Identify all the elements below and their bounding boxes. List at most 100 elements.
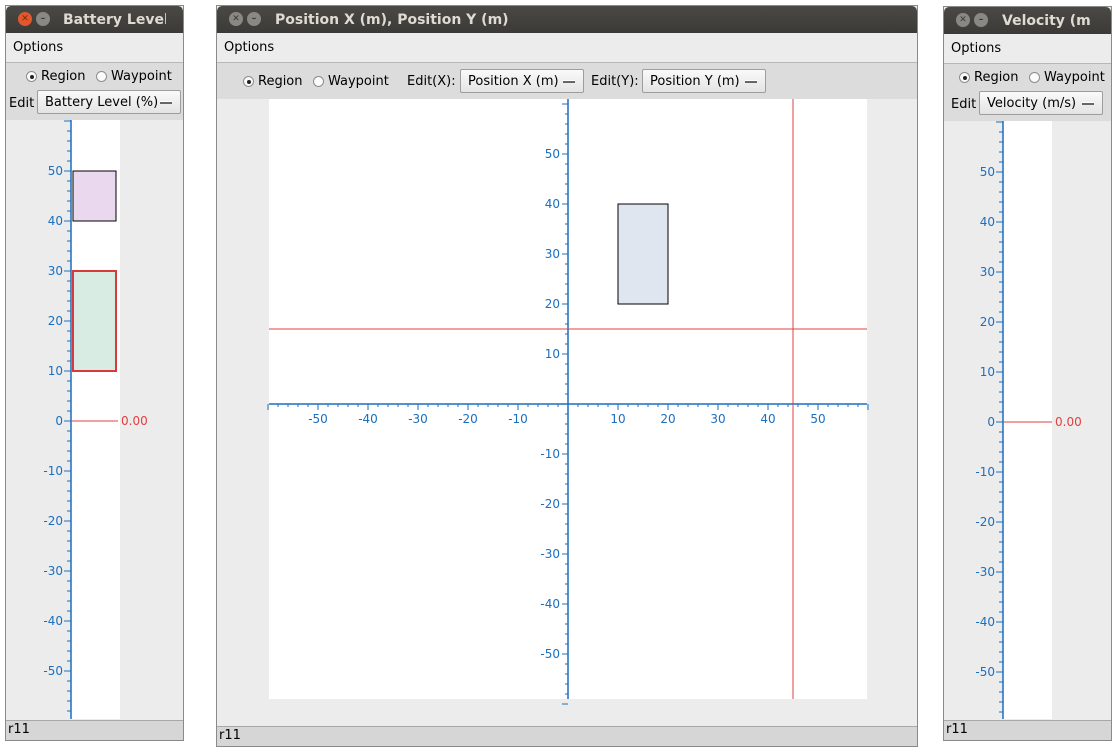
radio-unselected-icon [313, 76, 324, 87]
status-bar: r11 [944, 720, 1111, 740]
close-icon[interactable]: ✕ [18, 12, 32, 26]
y-tick-label: 50 [545, 147, 560, 161]
edit-y-select-value: Position Y (m) [650, 74, 740, 89]
menubar: Options [944, 35, 1111, 64]
y-tick-label: -30 [540, 547, 560, 561]
y-tick-label: -50 [43, 664, 63, 678]
window-title: Position X (m), Position Y (m) [275, 12, 509, 28]
edit-label: Edit [951, 97, 977, 112]
status-text: r11 [8, 722, 30, 737]
y-tick-label: -10 [43, 464, 63, 478]
edit-select-value: Battery Level (%) [45, 95, 159, 110]
edit-select-value: Velocity (m/s) [987, 96, 1077, 111]
y-tick-label: 40 [545, 197, 560, 211]
edit-x-select-value: Position X (m) [468, 74, 559, 89]
x-tick-label: -10 [508, 412, 528, 426]
minimize-icon[interactable]: – [36, 12, 50, 26]
dropdown-arrow-icon [745, 80, 757, 83]
value-marker-label: 0.00 [1055, 415, 1082, 429]
y-tick-label: -40 [43, 614, 63, 628]
status-text: r11 [946, 722, 968, 737]
region-radio[interactable]: Region [959, 70, 1019, 85]
y-tick-label: -20 [975, 515, 995, 529]
region-radio-label: Region [258, 74, 303, 89]
x-tick-label: 50 [810, 412, 825, 426]
menubar: Options [6, 34, 183, 63]
position-toolbar: Region Waypoint Edit(X): Position X (m) … [217, 63, 917, 99]
edit-label: Edit [9, 96, 35, 111]
y-tick-label: 0 [55, 414, 63, 428]
velocity-toolbar: Region Waypoint Edit Velocity (m/s) [944, 64, 1111, 121]
region-radio-label: Region [41, 69, 86, 84]
x-tick-label: 20 [660, 412, 675, 426]
close-icon[interactable]: ✕ [229, 12, 243, 26]
battery-level-window: ✕ – Battery Level (%) Options Region Way… [5, 5, 184, 741]
status-text: r11 [219, 728, 241, 743]
dropdown-arrow-icon [160, 101, 172, 104]
battery-axis-plot[interactable]: 50 40 30 20 10 0 -10 -20 -30 -40 -50 0.00 [6, 120, 183, 722]
x-tick-label: -30 [408, 412, 428, 426]
battery-toolbar: Region Waypoint Edit Battery Level (%) [6, 63, 183, 120]
y-tick-label: 50 [48, 164, 63, 178]
minimize-icon[interactable]: – [974, 13, 988, 27]
options-menu[interactable]: Options [224, 40, 274, 55]
options-menu[interactable]: Options [951, 41, 1001, 56]
x-tick-label: -40 [358, 412, 378, 426]
velocity-axis-plot[interactable]: 50 40 30 20 10 0 -10 -20 -30 -40 -50 0.00 [944, 121, 1111, 723]
radio-selected-icon [243, 76, 254, 87]
y-tick-label: 20 [48, 314, 63, 328]
x-tick-label: -20 [458, 412, 478, 426]
y-tick-label: 30 [545, 247, 560, 261]
menubar: Options [217, 34, 917, 63]
y-tick-label: -10 [975, 465, 995, 479]
y-tick-label: -10 [540, 447, 560, 461]
velocity-window: ✕ – Velocity (m/s) Options Region Waypoi… [943, 6, 1112, 741]
dropdown-arrow-icon [1082, 102, 1094, 105]
x-tick-label: -50 [308, 412, 328, 426]
y-tick-label: 50 [980, 165, 995, 179]
position-titlebar[interactable]: ✕ – Position X (m), Position Y (m) [217, 6, 917, 33]
region-radio[interactable]: Region [26, 69, 86, 84]
edit-select[interactable]: Velocity (m/s) [979, 91, 1103, 115]
x-tick-label: 10 [610, 412, 625, 426]
y-tick-label: 20 [545, 297, 560, 311]
y-tick-label: 40 [48, 214, 63, 228]
edit-x-select[interactable]: Position X (m) [460, 69, 584, 93]
value-marker-label: 0.00 [121, 414, 148, 428]
position-plot-area: -50 -40 -30 -20 -10 10 20 30 40 50 50 40 30 20 10 -10 -2… [217, 99, 917, 726]
waypoint-radio-label: Waypoint [1044, 70, 1105, 85]
window-title: Battery Level (%) [63, 12, 166, 28]
y-tick-label: -30 [975, 565, 995, 579]
region-0 [72, 170, 117, 222]
status-bar: r11 [217, 726, 917, 746]
y-tick-label: -30 [43, 564, 63, 578]
edit-y-select[interactable]: Position Y (m) [642, 69, 766, 93]
position-xy-plot[interactable]: -50 -40 -30 -20 -10 10 20 30 40 50 50 40 30 20 10 -10 -2… [217, 99, 917, 726]
region-radio[interactable]: Region [243, 74, 303, 89]
waypoint-radio[interactable]: Waypoint [1029, 70, 1105, 85]
y-tick-label: 0 [987, 415, 995, 429]
waypoint-radio[interactable]: Waypoint [96, 69, 172, 84]
battery-titlebar[interactable]: ✕ – Battery Level (%) [6, 6, 183, 33]
velocity-titlebar[interactable]: ✕ – Velocity (m/s) [944, 7, 1111, 34]
minimize-icon[interactable]: – [247, 12, 261, 26]
close-icon[interactable]: ✕ [956, 13, 970, 27]
y-tick-label: 10 [980, 365, 995, 379]
y-tick-label: 40 [980, 215, 995, 229]
options-menu[interactable]: Options [13, 40, 63, 55]
y-tick-label: -50 [540, 647, 560, 661]
y-tick-label: 10 [48, 364, 63, 378]
waypoint-radio-label: Waypoint [111, 69, 172, 84]
x-tick-label: 40 [760, 412, 775, 426]
waypoint-radio[interactable]: Waypoint [313, 74, 389, 89]
region-radio-label: Region [974, 70, 1019, 85]
y-tick-label: -50 [975, 665, 995, 679]
edit-select[interactable]: Battery Level (%) [37, 90, 181, 114]
velocity-plot-area: 50 40 30 20 10 0 -10 -20 -30 -40 -50 0.00 [944, 121, 1111, 723]
y-tick-label: -20 [43, 514, 63, 528]
radio-unselected-icon [96, 71, 107, 82]
y-tick-label: 30 [48, 264, 63, 278]
dropdown-arrow-icon [563, 80, 575, 83]
battery-plot-area: 50 40 30 20 10 0 -10 -20 -30 -40 -50 0.00 [6, 120, 183, 722]
y-tick-label: -40 [540, 597, 560, 611]
